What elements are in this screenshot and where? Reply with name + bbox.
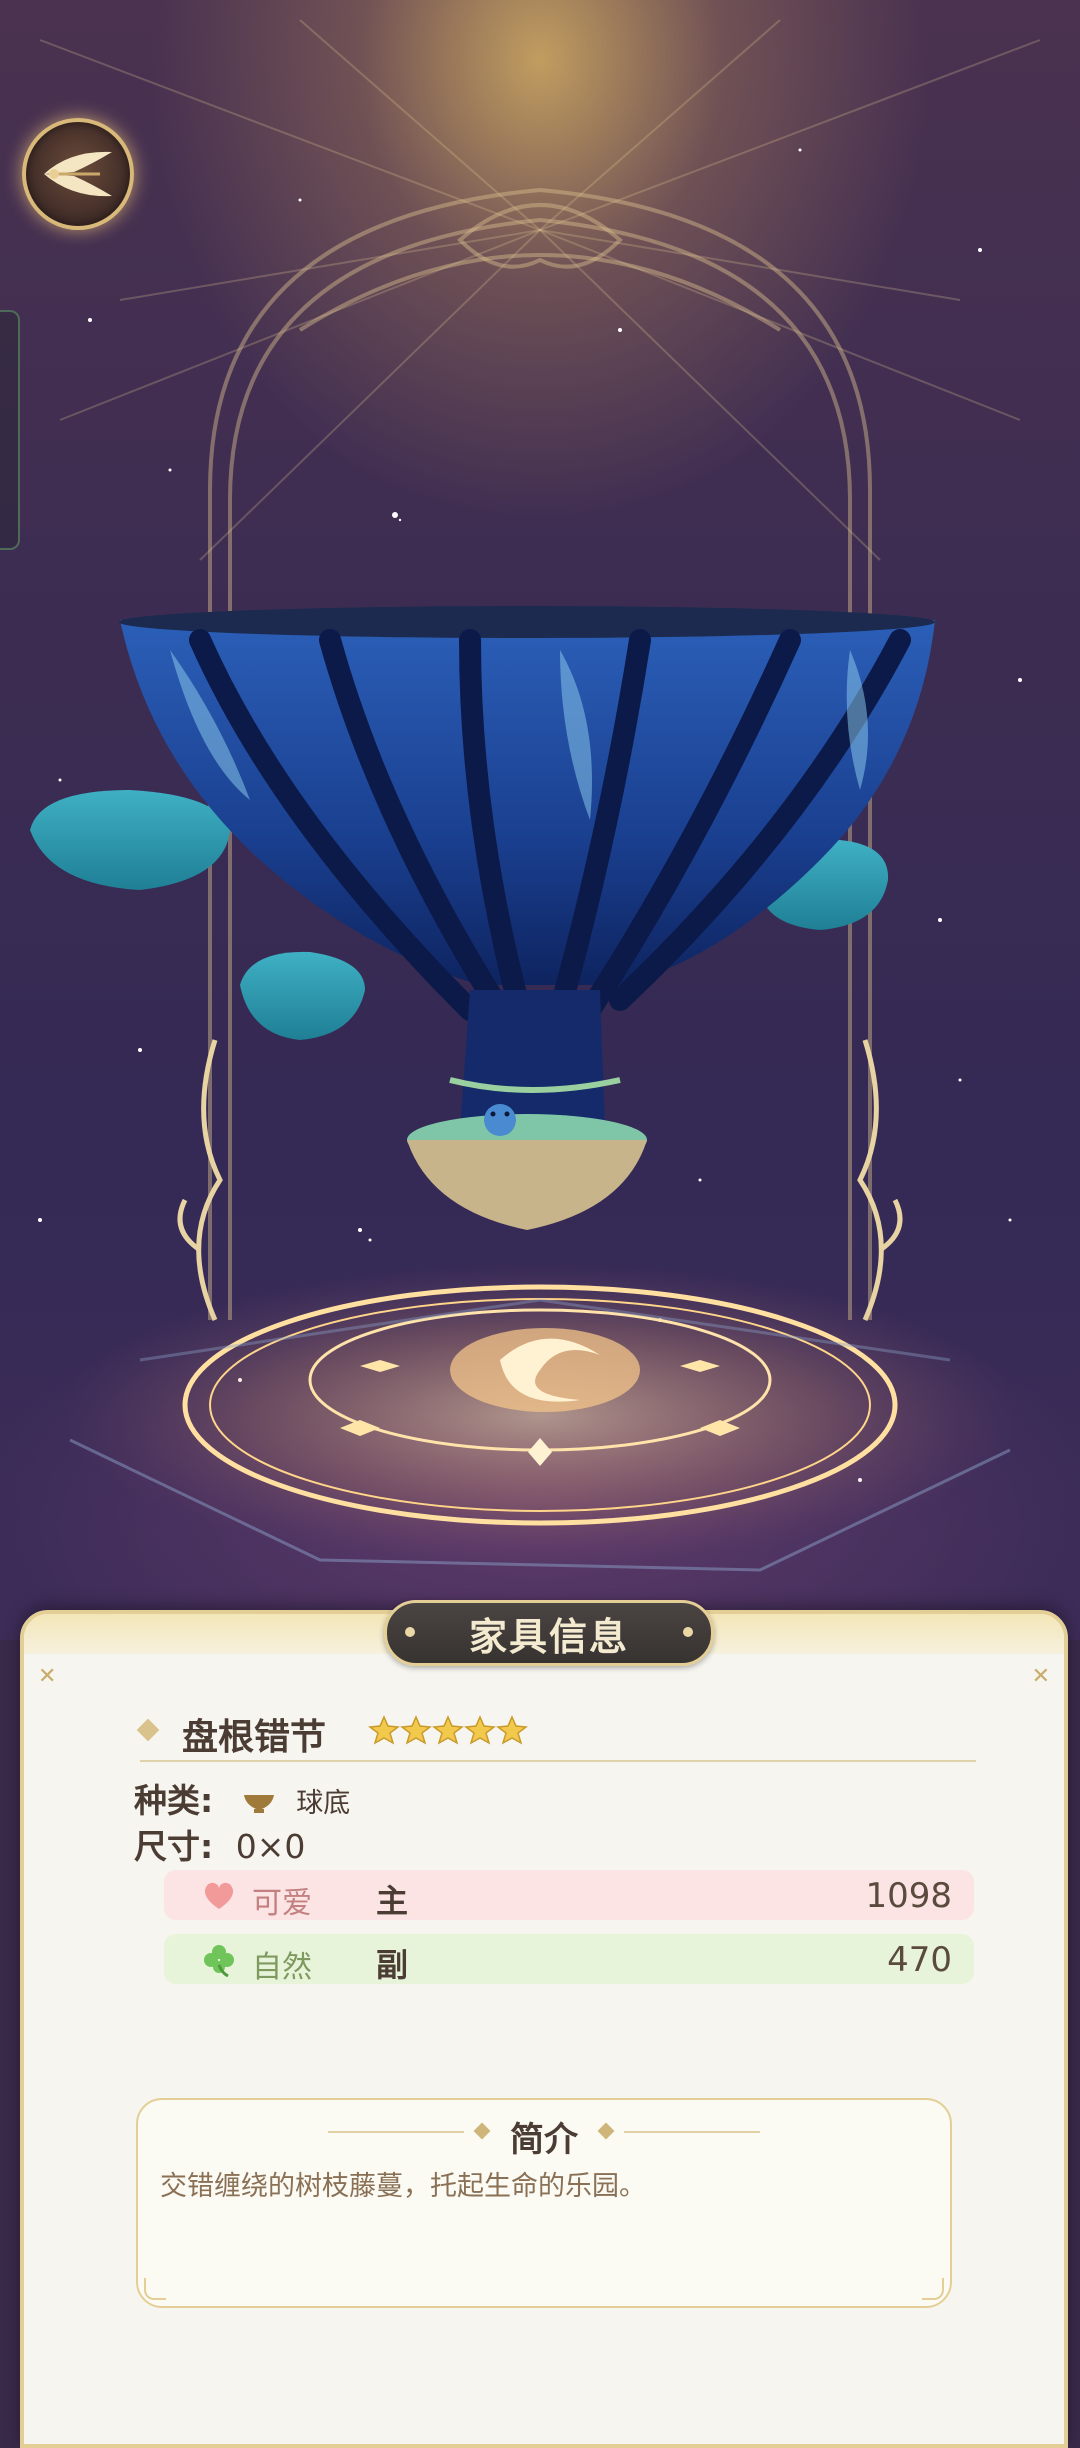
star-icon [432,1715,464,1745]
scene-illustration [30,19,1041,1572]
intro-divider-right [624,2131,760,2133]
light-rays [39,19,1041,561]
clover-icon [204,1945,234,1977]
type-value: 球底 [296,1788,351,1819]
furniture-info-panel: 家具信息 ✕ ✕ 盘根错节 种类: 球底 尺寸: 0×0 可爱 主 1098 自… [20,1600,1068,2448]
intro-text: 交错缠绕的树枝藤蔓，托起生命的乐园。 [160,2171,646,2202]
attribute-row-nature: 自然 副 470 [164,1934,974,1985]
type-row: 种类: 球底 [134,1774,350,1822]
diamond-bullet-icon [136,1718,160,1742]
side-drawer-handle[interactable] [0,310,20,550]
back-button[interactable] [22,118,134,230]
intro-box: 简介 交错缠绕的树枝藤蔓，托起生命的乐园。 [136,2098,952,2308]
bowl-base-icon [243,1794,274,1813]
intro-header: 简介 [138,2112,950,2160]
corner-ornament-right: ✕ [1031,1664,1050,1689]
star-rating [368,1714,528,1746]
attribute-role: 主 [376,1882,409,1920]
title-dot-right [683,1627,693,1637]
size-value: 0×0 [235,1827,306,1866]
item-name-row: 盘根错节 [136,1704,976,1762]
size-row: 尺寸: 0×0 [134,1820,305,1868]
item-name: 盘根错节 [182,1717,327,1758]
star-icon [464,1715,496,1745]
heart-icon [204,1882,234,1909]
corner-ornament [144,2278,166,2300]
attribute-value: 1098 [865,1876,952,1916]
corner-ornament-left: ✕ [38,1664,57,1689]
type-label: 种类: [134,1781,214,1820]
star-icon [368,1715,400,1745]
title-dot-left [405,1627,415,1637]
magic-circle [60,1265,1020,1572]
wing-back-icon [44,151,112,197]
attribute-row-cute: 可爱 主 1098 [164,1870,974,1921]
panel-title: 家具信息 [468,1614,629,1659]
attribute-name: 自然 [252,1950,312,1985]
star-icon [400,1715,432,1745]
size-label: 尺寸: [134,1827,214,1866]
panel-title-badge: 家具信息 [384,1600,714,1666]
intro-title: 简介 [510,2120,578,2160]
attribute-name: 可爱 [252,1886,312,1921]
furniture-preview-scene [0,0,1080,1640]
attribute-role: 副 [376,1946,409,1984]
corner-ornament [922,2278,944,2300]
star-icon [496,1715,528,1745]
attribute-value: 470 [887,1940,952,1980]
